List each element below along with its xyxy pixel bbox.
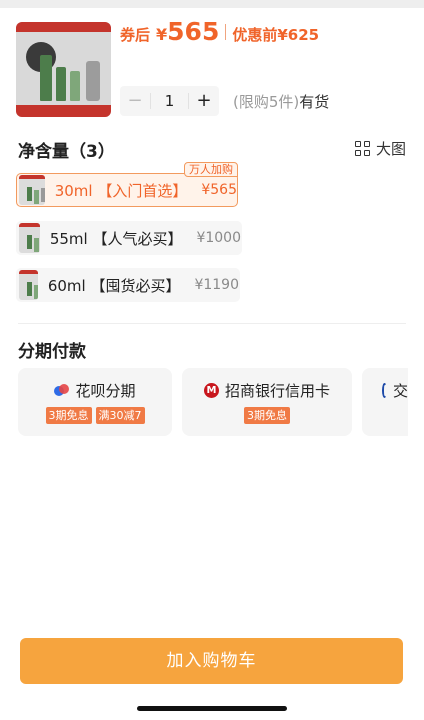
big-image-label: 大图: [375, 140, 406, 158]
installment-badge: 满30减7: [95, 407, 145, 424]
home-indicator: [137, 706, 287, 711]
option-price: ¥1000: [196, 230, 241, 246]
add-to-cart-button[interactable]: 加入购物车: [20, 638, 403, 684]
installment-badge: 3期免息: [244, 407, 290, 424]
option-thumbnail: [19, 270, 38, 300]
before-discount-label: 优惠前: [232, 26, 278, 44]
option-label: 60ml 【囤货必买】: [47, 276, 181, 295]
limit-text: (限购5件): [233, 93, 300, 111]
option-label: 30ml 【入门首选】: [54, 181, 188, 200]
option-price: ¥1190: [194, 277, 239, 293]
size-option-30ml[interactable]: 30ml 【入门首选】 ¥565 万人加购: [16, 162, 238, 207]
quantity-stepper: − 1 +: [120, 86, 219, 116]
installment-card-other[interactable]: 交: [362, 368, 408, 436]
installment-card-huabei[interactable]: 花呗分期 3期免息 满30减7: [18, 368, 172, 436]
section-divider: [18, 323, 406, 324]
top-scroll-edge: [0, 0, 424, 8]
currency-symbol: ¥: [156, 25, 168, 44]
price-row: 券后 ¥ 565 优惠前 ¥625: [120, 17, 319, 47]
big-image-toggle[interactable]: 大图: [354, 138, 406, 159]
installment-name: 招商银行信用卡: [224, 382, 330, 400]
cmb-bank-icon: M: [203, 383, 219, 398]
installment-section-title: 分期付款: [18, 342, 86, 362]
bank-icon: [382, 383, 387, 398]
installment-name: 交: [392, 382, 408, 400]
installment-badge: 3期免息: [45, 407, 92, 424]
stock-status: 有货: [299, 93, 330, 111]
popular-tag: 万人加购: [184, 162, 238, 177]
quantity-value[interactable]: 1: [150, 93, 189, 109]
purchase-limit: (限购5件)有货: [233, 91, 329, 112]
increase-button[interactable]: +: [189, 86, 219, 116]
before-discount-price: ¥625: [277, 26, 320, 44]
option-label: 55ml 【人气必买】: [49, 229, 183, 248]
installment-name: 花呗分期: [75, 382, 136, 400]
size-option-55ml[interactable]: 55ml 【人气必买】 ¥1000: [16, 221, 242, 255]
size-section-title: 净含量（3）: [18, 142, 115, 162]
price-divider: [225, 24, 227, 40]
option-price: ¥565: [201, 182, 237, 198]
option-thumbnail: [19, 223, 40, 253]
size-option-60ml[interactable]: 60ml 【囤货必买】 ¥1190: [16, 268, 240, 302]
after-coupon-price: 565: [167, 17, 220, 46]
product-thumbnail[interactable]: [16, 22, 111, 117]
after-coupon-label: 券后: [120, 26, 151, 44]
grid-view-icon: [354, 141, 370, 156]
installment-card-cmb[interactable]: M 招商银行信用卡 3期免息: [182, 368, 352, 436]
option-thumbnail: [19, 175, 45, 205]
huabei-icon: [54, 383, 70, 398]
decrease-button[interactable]: −: [120, 86, 150, 116]
